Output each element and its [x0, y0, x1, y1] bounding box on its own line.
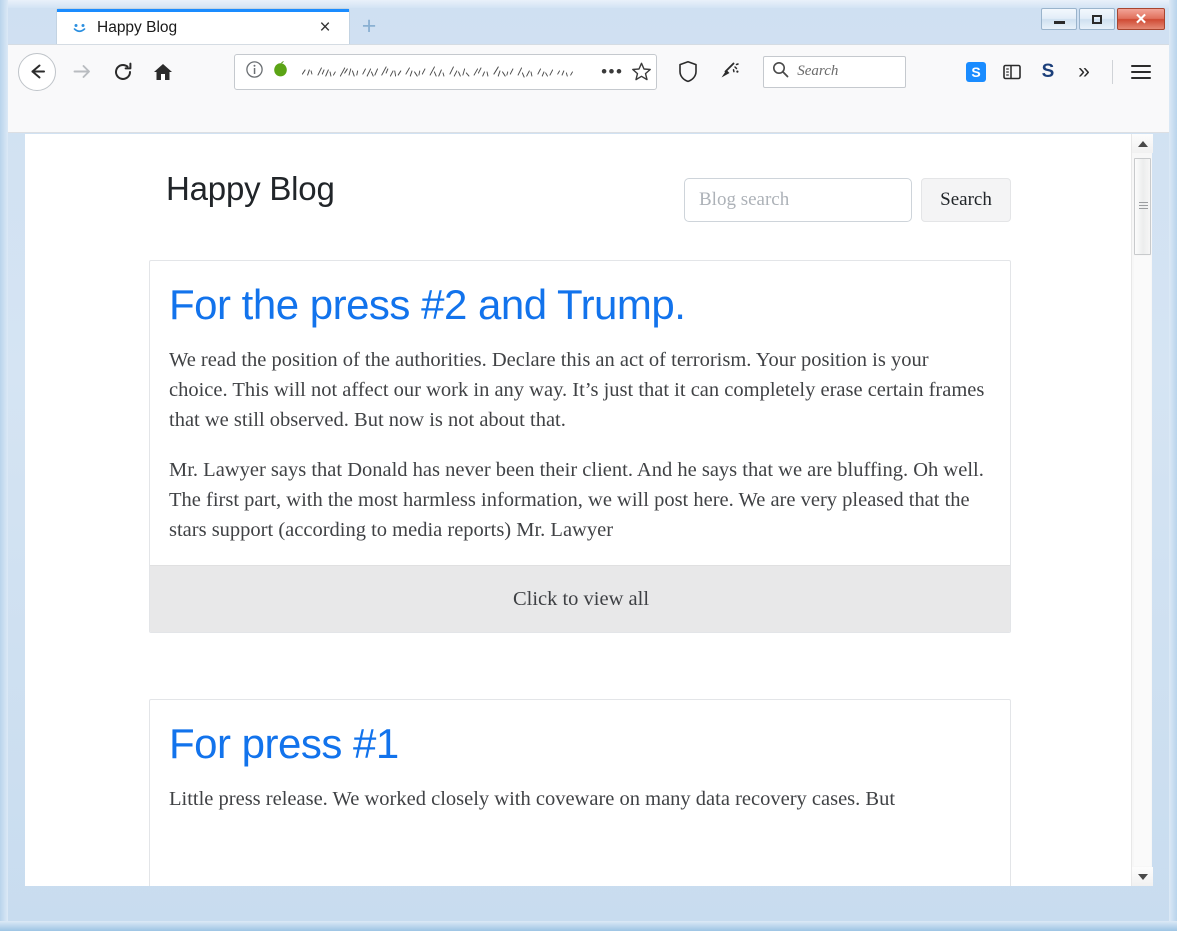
article-card: For press #1 Little press release. We wo…: [149, 699, 1011, 886]
scrollbar-track[interactable]: [1134, 256, 1151, 866]
navigation-toolbar: ••• Search S S »: [8, 44, 1169, 98]
back-arrow-icon: [31, 64, 45, 79]
url-bar[interactable]: •••: [234, 53, 658, 90]
browser-search-input[interactable]: [797, 63, 905, 80]
article-paragraph: We read the position of the authorities.…: [169, 349, 985, 432]
app-menu-button[interactable]: [1125, 56, 1157, 88]
close-icon: ✕: [1134, 10, 1148, 28]
triangle-down-icon: [1137, 873, 1148, 880]
back-button[interactable]: [18, 52, 56, 91]
blog-search-form: Search: [684, 178, 1011, 222]
article-title[interactable]: For the press #2 and Trump.: [169, 282, 991, 327]
page-actions-button[interactable]: •••: [598, 63, 626, 80]
tor-onion-icon: [272, 60, 289, 83]
star-icon[interactable]: [626, 59, 656, 85]
url-text-redacted: [299, 63, 592, 81]
broom-icon: [721, 62, 739, 78]
browser-tab-happy-blog[interactable]: Happy Blog ×: [56, 8, 350, 46]
window-frame-right: [1169, 0, 1177, 931]
title-bar: Happy Blog × + ✕: [8, 2, 1169, 46]
scrollbar-grip: [1139, 202, 1148, 211]
minimize-window-button[interactable]: [1041, 8, 1077, 30]
close-window-button[interactable]: ✕: [1117, 8, 1165, 30]
home-button[interactable]: [146, 55, 180, 89]
page-content: Happy Blog Search For the press #2 and T…: [25, 134, 1152, 886]
close-tab-icon[interactable]: ×: [315, 18, 335, 38]
browser-search-box[interactable]: [763, 55, 906, 88]
new-identity-button[interactable]: [711, 55, 745, 89]
page-title: Happy Blog: [166, 170, 335, 207]
hamburger-menu-icon: [1131, 64, 1151, 79]
scroll-down-icon[interactable]: [1132, 867, 1153, 886]
extension-s-badge-icon: S: [966, 61, 986, 82]
window-frame-bottom: [0, 921, 1177, 931]
shield-button[interactable]: [671, 55, 705, 89]
info-circle-icon[interactable]: [245, 60, 264, 84]
triangle-up-icon: [1137, 140, 1148, 147]
extension-s-icon: S: [1041, 60, 1055, 82]
blog-header: Happy Blog Search: [149, 168, 1011, 234]
article-card: For the press #2 and Trump. We read the …: [149, 260, 1011, 633]
new-tab-button[interactable]: +: [356, 13, 382, 39]
toolbar-divider: [1112, 59, 1113, 84]
extension-icons: S S »: [960, 56, 1169, 88]
scrollbar-thumb[interactable]: [1134, 158, 1151, 255]
extension-s-button[interactable]: S: [1032, 56, 1064, 88]
maximize-window-button[interactable]: [1079, 8, 1115, 30]
blog-search-button[interactable]: Search: [921, 178, 1011, 222]
maximize-icon: [1092, 14, 1102, 24]
article-paragraph: Little press release. We worked closely …: [169, 788, 896, 811]
article-body: For press #1 Little press release. We wo…: [150, 700, 1010, 824]
sidebar-icon: [1003, 64, 1021, 79]
smiley-face-icon: [71, 20, 88, 37]
window-frame-left: [0, 0, 8, 931]
click-to-view-all-button[interactable]: Click to view all: [150, 565, 1010, 632]
browser-window: Happy Blog × + ✕ ••• Search S S » Happy …: [0, 0, 1177, 931]
sidebar-toggle-button[interactable]: [996, 56, 1028, 88]
extension-s-badge-button[interactable]: S: [960, 56, 992, 88]
reload-button[interactable]: [106, 55, 140, 89]
reload-icon: [115, 62, 132, 80]
shield-icon: [679, 61, 698, 83]
minimize-icon: [1053, 21, 1065, 24]
browser-tab-title: Happy Blog: [97, 19, 178, 36]
window-controls: ✕: [1039, 8, 1165, 30]
page-scrollbar[interactable]: [1131, 134, 1153, 886]
blog-search-input[interactable]: [684, 178, 912, 222]
scroll-up-icon[interactable]: [1132, 134, 1153, 153]
toolbar-overflow-button[interactable]: »: [1068, 56, 1100, 88]
article-paragraph: Mr. Lawyer says that Donald has never be…: [169, 459, 984, 542]
bookmarks-toolbar: [8, 98, 1169, 133]
forward-button[interactable]: [64, 55, 98, 89]
article-title[interactable]: For press #1: [169, 721, 991, 766]
chevron-double-right-icon: »: [1078, 59, 1090, 83]
search-icon: [772, 61, 789, 83]
forward-arrow-icon: [73, 65, 90, 78]
home-icon: [154, 63, 172, 80]
